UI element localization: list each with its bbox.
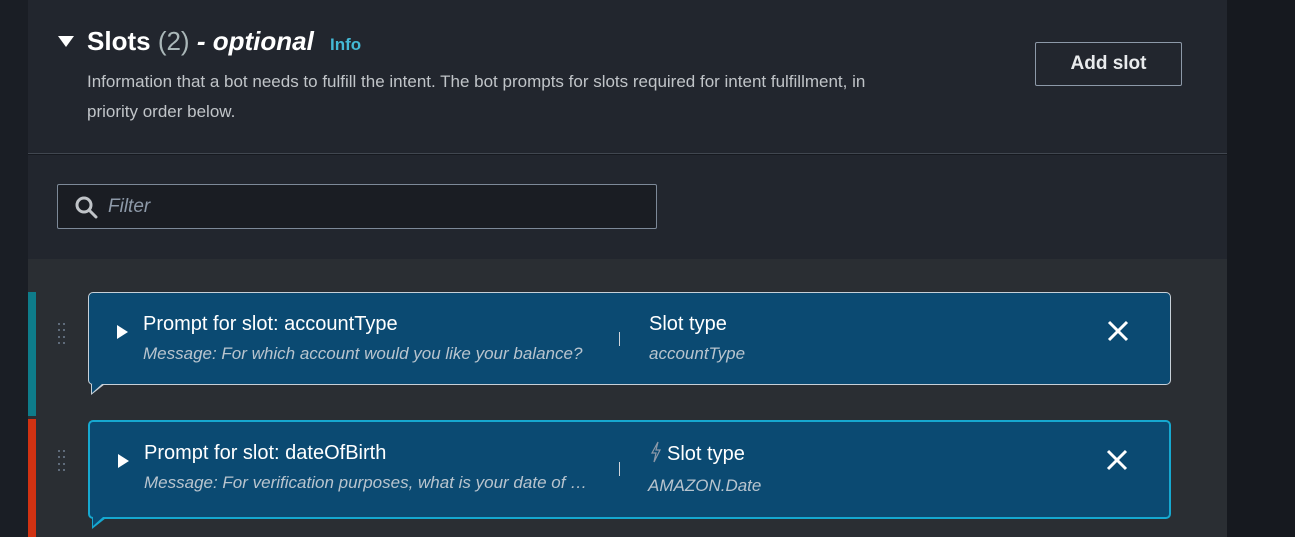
drag-handle-icon[interactable] bbox=[58, 450, 68, 472]
section-description: Information that a bot needs to fulfill … bbox=[87, 72, 866, 121]
slot-type-value: accountType bbox=[649, 344, 746, 363]
title-text: Slots bbox=[87, 26, 151, 56]
caret-down-icon[interactable] bbox=[58, 36, 74, 47]
filter-box[interactable] bbox=[57, 184, 657, 229]
drag-handle-icon[interactable] bbox=[58, 323, 68, 345]
slot-type-value: AMAZON.Date bbox=[648, 476, 762, 495]
filter-area bbox=[28, 155, 1227, 259]
section-title: Slots (2) - optional bbox=[87, 26, 314, 57]
slot-prompt-message: Message: For verification purposes, what… bbox=[144, 473, 596, 492]
left-gutter bbox=[0, 0, 28, 537]
add-slot-button[interactable]: Add slot bbox=[1035, 42, 1182, 86]
play-icon[interactable] bbox=[118, 454, 129, 468]
info-link[interactable]: Info bbox=[330, 35, 361, 55]
search-icon bbox=[75, 196, 98, 219]
close-icon[interactable] bbox=[1106, 449, 1128, 471]
slot-card-accountType[interactable]: Prompt for slot: accountType Message: Fo… bbox=[88, 292, 1171, 395]
slot-count: (2) bbox=[157, 26, 190, 56]
slot-priority-bar bbox=[28, 292, 36, 416]
slots-header: Slots (2) - optional Info Information th… bbox=[28, 0, 1227, 154]
divider bbox=[619, 462, 620, 476]
slot-card-dateOfBirth[interactable]: Prompt for slot: dateOfBirth Message: Fo… bbox=[88, 420, 1171, 529]
play-icon[interactable] bbox=[117, 325, 128, 339]
slot-type-label: Slot type bbox=[667, 443, 745, 465]
close-icon[interactable] bbox=[1107, 320, 1129, 342]
divider bbox=[619, 332, 620, 346]
slot-type-label: Slot type bbox=[649, 313, 727, 335]
bolt-icon bbox=[650, 441, 661, 463]
slot-prompt-title: Prompt for slot: accountType bbox=[143, 313, 398, 335]
slot-prompt-message: Message: For which account would you lik… bbox=[143, 344, 583, 363]
slot-priority-bar bbox=[28, 419, 36, 537]
slots-panel: Slots (2) - optional Info Information th… bbox=[28, 0, 1227, 537]
right-gutter bbox=[1227, 0, 1295, 537]
slot-prompt-title: Prompt for slot: dateOfBirth bbox=[144, 442, 387, 464]
card-tail-inner bbox=[92, 384, 102, 393]
filter-input[interactable] bbox=[108, 185, 648, 228]
slot-list: Prompt for slot: accountType Message: Fo… bbox=[28, 259, 1227, 537]
card-tail-inner bbox=[93, 517, 103, 526]
optional-label: - optional bbox=[196, 26, 314, 56]
